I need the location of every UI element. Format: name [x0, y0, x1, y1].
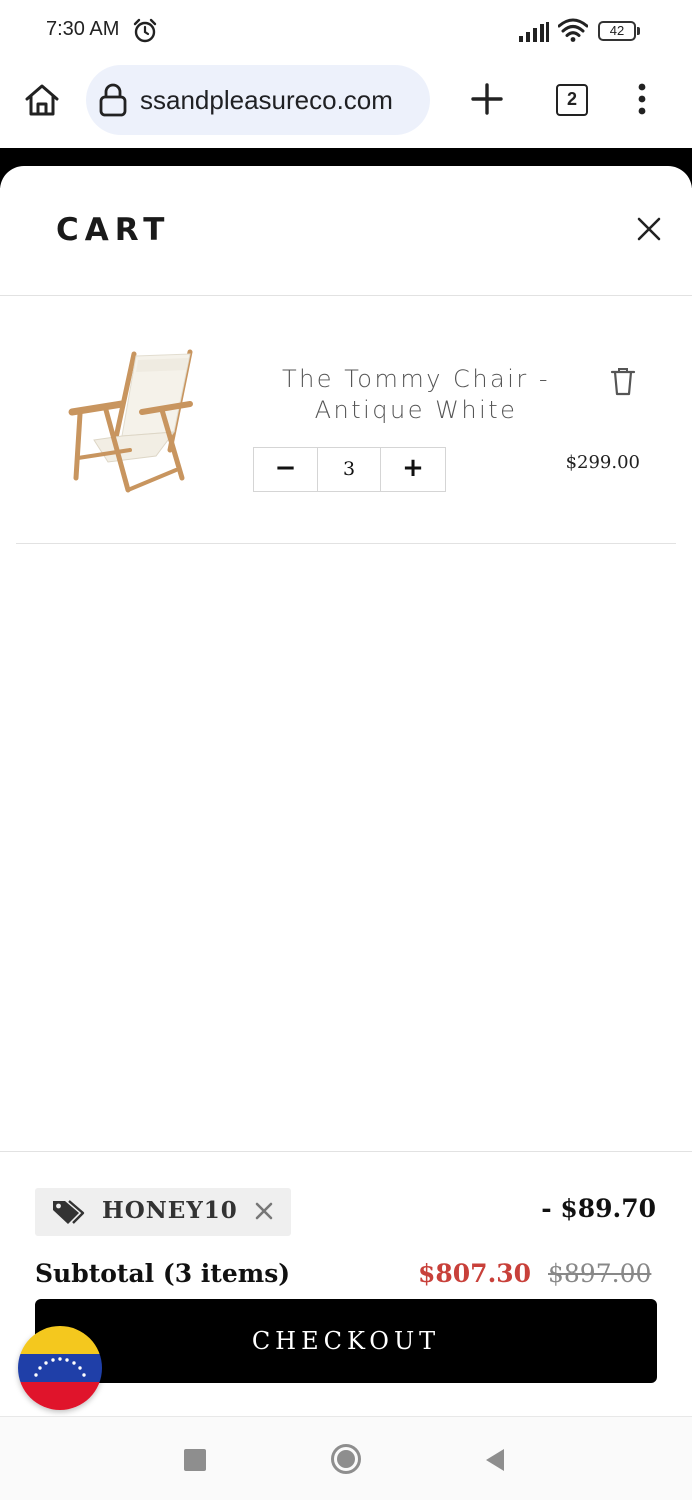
discount-code: HONEY10	[102, 1197, 238, 1224]
checkout-button[interactable]: CHECKOUT	[35, 1299, 657, 1383]
remove-icon[interactable]	[254, 1201, 274, 1221]
battery-tip	[637, 27, 640, 35]
recents-icon[interactable]	[184, 1449, 206, 1471]
cart-footer: HONEY10 - $89.70 Subtotal (3 items) $807…	[0, 1151, 692, 1417]
cart-item: The Tommy Chair - Antique White − 3 + $2…	[16, 296, 676, 544]
quantity-value[interactable]: 3	[318, 448, 380, 491]
tag-icon	[53, 1200, 85, 1224]
subtotal-discounted: $807.30	[418, 1259, 532, 1288]
battery-icon: 42	[598, 21, 640, 41]
tabs-icon[interactable]: 2	[556, 84, 588, 116]
battery-level: 42	[598, 21, 636, 41]
item-price: $299.00	[565, 452, 640, 473]
signal-icon	[519, 22, 549, 42]
trash-icon[interactable]	[610, 366, 636, 396]
product-image[interactable]	[66, 346, 206, 498]
new-tab-icon[interactable]	[470, 82, 504, 116]
subtotal-label: Subtotal (3 items)	[35, 1259, 291, 1288]
system-nav-bar	[0, 1416, 692, 1500]
discount-code-tag: HONEY10	[35, 1188, 291, 1236]
discount-amount: - $89.70	[541, 1194, 656, 1223]
alarm-icon	[133, 18, 157, 43]
close-icon[interactable]	[636, 216, 662, 242]
quantity-stepper: − 3 +	[253, 447, 446, 492]
home-circle-icon[interactable]	[330, 1443, 362, 1475]
browser-toolbar: ssandpleasureco.com 2	[0, 62, 692, 148]
wifi-icon	[558, 18, 588, 42]
back-icon[interactable]	[484, 1447, 506, 1473]
cart-title: CART	[56, 212, 171, 248]
product-name[interactable]: The Tommy Chair - Antique White	[256, 364, 576, 426]
quantity-decrease-button[interactable]: −	[254, 448, 318, 491]
more-vert-icon[interactable]	[632, 82, 652, 116]
quantity-increase-button[interactable]: +	[380, 448, 445, 491]
venezuela-flag-icon[interactable]	[18, 1326, 102, 1410]
home-icon[interactable]	[22, 80, 62, 120]
status-bar: 7:30 AM 42	[0, 0, 692, 62]
lock-icon	[99, 83, 127, 117]
address-bar[interactable]: ssandpleasureco.com	[86, 65, 430, 135]
subtotal-original: $897.00	[548, 1259, 652, 1288]
status-time: 7:30 AM	[46, 18, 120, 40]
url-text[interactable]: ssandpleasureco.com	[140, 85, 393, 116]
